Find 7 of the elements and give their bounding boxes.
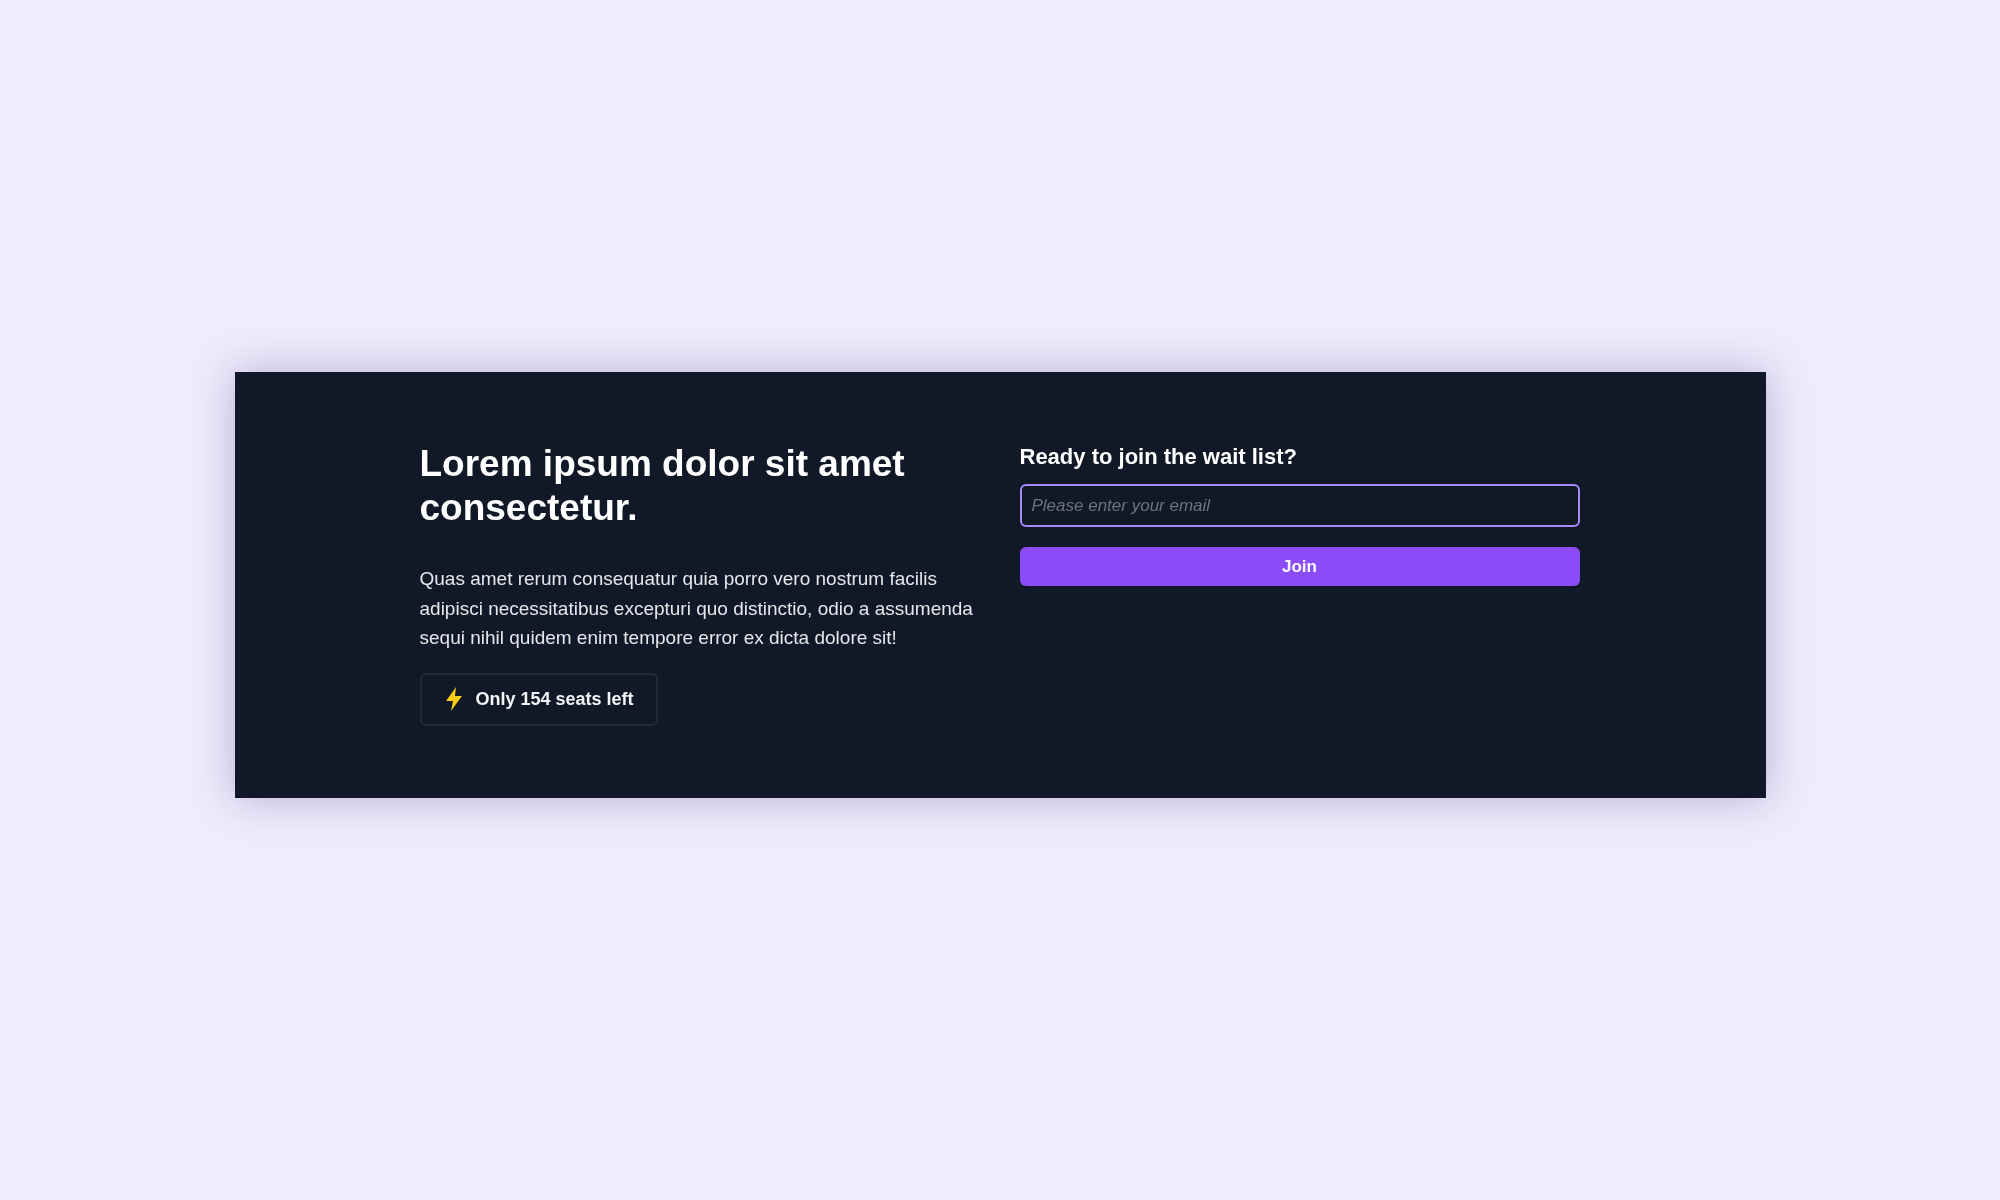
seats-left-text: Only 154 seats left — [475, 687, 634, 711]
signup-heading: Ready to join the wait list? — [1019, 443, 1298, 471]
join-button[interactable]: Join — [1019, 547, 1580, 586]
email-field[interactable]: Please enter your email — [1019, 484, 1580, 527]
hero-title: Lorem ipsum dolor sit amet consectetur. — [419, 442, 906, 530]
hero-description: Quas amet rerum consequatur quia porro vero nostrum facilis adipisci necessitatibus excepturi quo distinctio, odio a assumenda sequi nihil quidem enim tempore error ex dicta dolore sit! — [419, 567, 974, 650]
lightning-icon — [443, 687, 464, 711]
